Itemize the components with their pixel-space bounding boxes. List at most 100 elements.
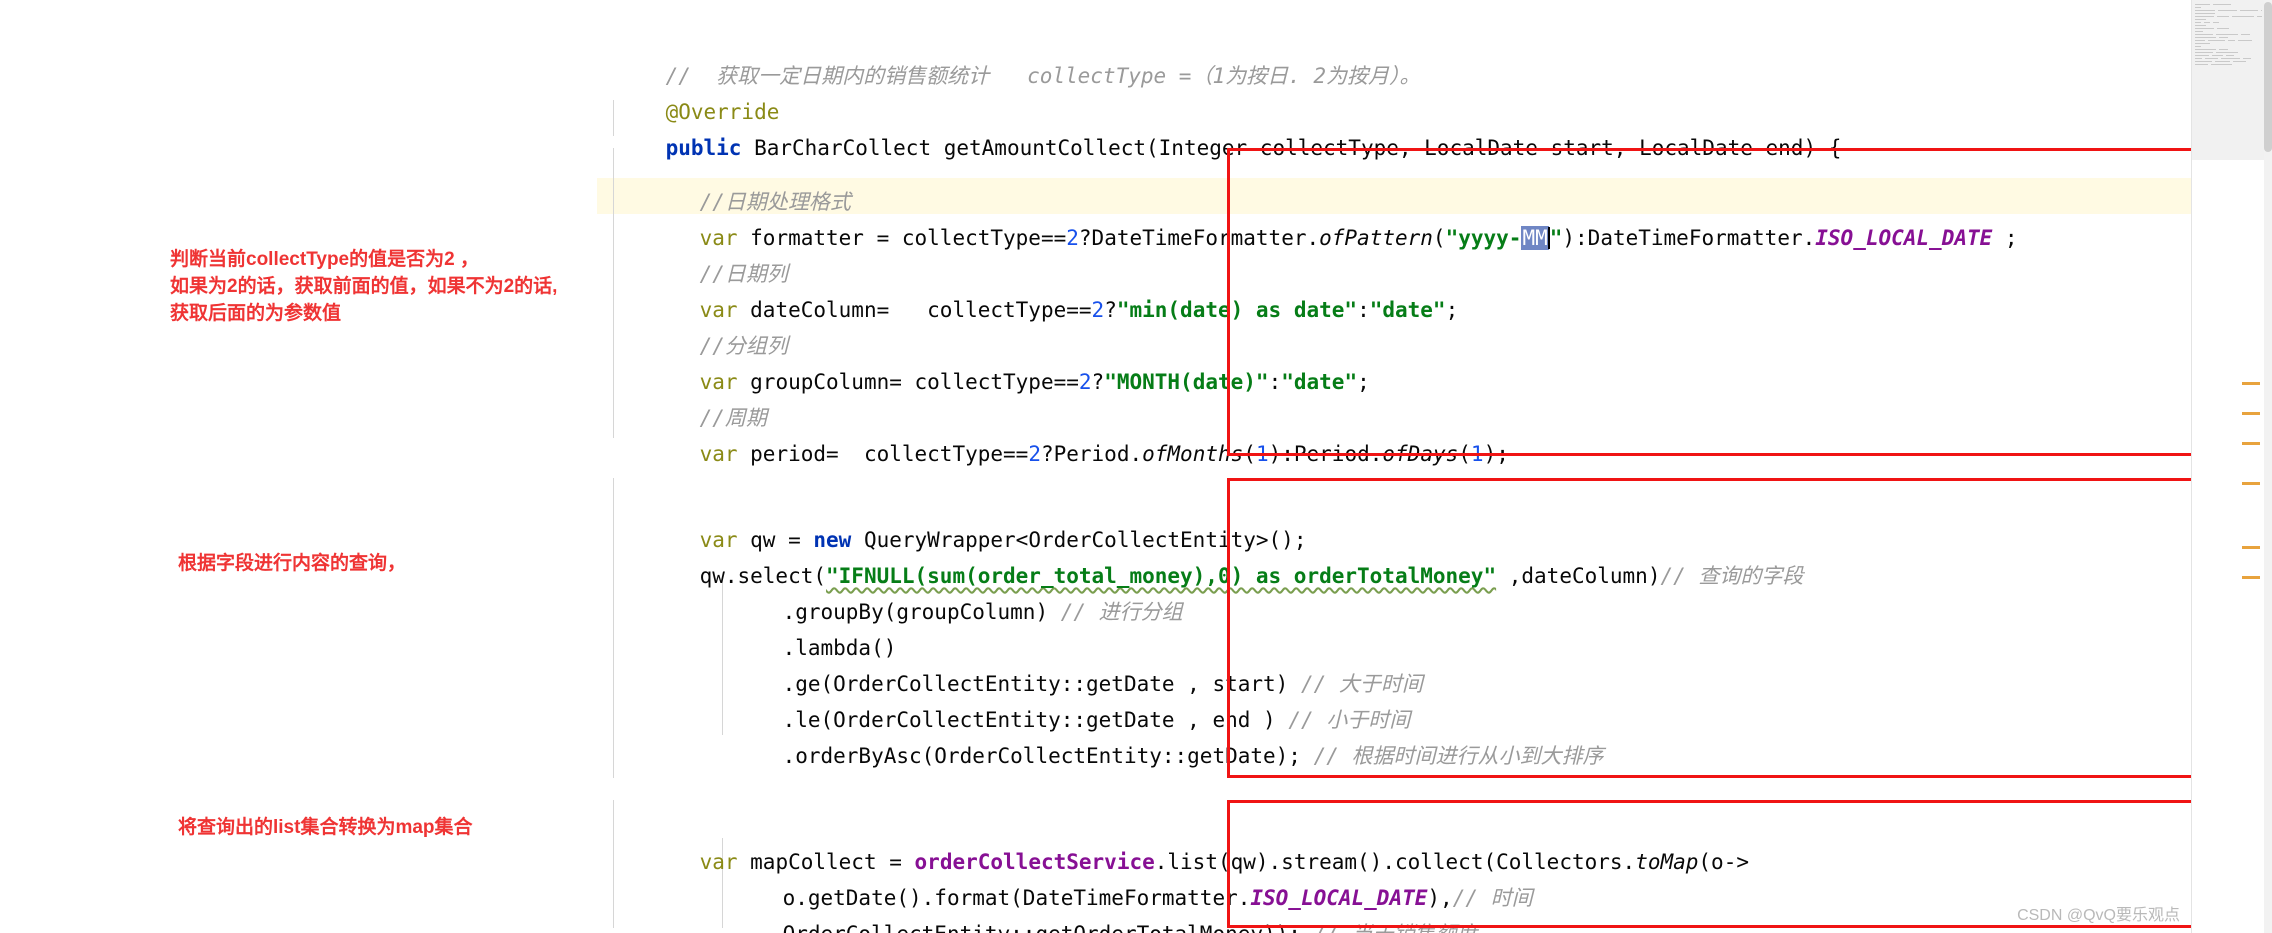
minimap-change-marker (2242, 382, 2260, 385)
minimap-line (2204, 22, 2210, 23)
annotation-gutter: 判断当前collectType的值是否为2 ， 如果为2的话，获取前面的值，如果… (0, 0, 597, 933)
minimap-line (2217, 16, 2229, 17)
comment-text: // 根据时间进行从小到大排序 (1313, 744, 1604, 768)
field-iso-local-date: ISO_LOCAL_DATE (1815, 226, 1993, 250)
ternary-colon: : (1268, 370, 1282, 394)
method-tomap: toMap (1635, 850, 1699, 874)
minimap-line (2240, 10, 2258, 11)
minimap-line (2208, 40, 2225, 41)
string-month-date: "MONTH(date)" (1104, 370, 1269, 394)
minimap-line (2195, 55, 2209, 56)
minimap-line (2195, 43, 2210, 44)
number-literal: 2 (1078, 370, 1092, 394)
minimap-viewport-thumb[interactable] (2192, 0, 2272, 160)
number-literal: 2 (1028, 442, 1041, 466)
minimap-line (2195, 52, 2213, 53)
minimap-line (2195, 13, 2215, 14)
orderbyasc-call: .orderByAsc(OrderCollectEntity::getDate)… (782, 744, 1314, 768)
ternary-else: ):DateTimeFormatter. (1562, 226, 1816, 250)
paren-open: ( (1458, 442, 1471, 466)
minimap-line (2195, 31, 2203, 32)
minimap-line (2228, 40, 2235, 41)
lambda-open: (o-> (1698, 850, 1749, 874)
string-date: "date" (1281, 370, 1358, 394)
minimap-change-marker (2242, 546, 2260, 549)
vertical-scrollbar-track[interactable] (2264, 0, 2272, 933)
minimap-line (2195, 16, 2214, 17)
minimap-line (2243, 58, 2251, 59)
number-literal: 1 (1255, 442, 1269, 466)
minimap-line (2195, 64, 2208, 65)
minimap-line (2195, 34, 2213, 35)
string-pattern-prefix: "yyyy- (1445, 226, 1522, 250)
minimap-line (2233, 61, 2246, 62)
watermark-text: CSDN @QvQ要乐观点 (2017, 907, 2180, 924)
minimap-line (2211, 64, 2232, 65)
comment-text: // 进行分组 (1060, 600, 1183, 624)
ternary-q: ? (1104, 298, 1117, 322)
string-date: "date" (1369, 298, 1446, 322)
minimap-line (2218, 10, 2237, 11)
indent-guide (613, 148, 614, 438)
minimap-line (2195, 58, 2202, 59)
minimap-line (2195, 7, 2201, 8)
minimap-change-marker (2242, 412, 2260, 415)
statement-end: ; (1357, 370, 1370, 394)
datecolumn-assign: dateColumn= collectType== (737, 298, 1092, 322)
minimap-line (2195, 10, 2215, 11)
minimap-line (2195, 25, 2206, 26)
minimap-line (2215, 61, 2230, 62)
minimap-line (2195, 40, 2205, 41)
minimap-line (2195, 28, 2214, 29)
editor-minimap[interactable] (2191, 0, 2272, 933)
string-pattern-suffix: " (1549, 226, 1563, 250)
minimap-line (2232, 16, 2254, 17)
minimap-line (2261, 10, 2262, 11)
minimap-line (2219, 49, 2228, 50)
vertical-scrollbar-thumb[interactable] (2264, 2, 2272, 152)
indent-guide (613, 478, 614, 778)
minimap-line (2213, 4, 2231, 5)
text-selection[interactable]: MM (1521, 226, 1549, 250)
number-literal: 1 (1470, 442, 1484, 466)
comment-text: // 当天销售额度 (1314, 922, 1478, 933)
method-signature-rest: BarCharCollect getAmountCollect(Integer … (741, 136, 1842, 160)
annotation-note-3: 将查询出的list集合转换为map集合 (178, 817, 473, 838)
ternary-colon: : (1357, 298, 1370, 322)
minimap-line (2205, 58, 2218, 59)
statement-end: ); (1483, 442, 1509, 466)
indent-guide (613, 100, 614, 136)
code-line-get-order-total-money: OrderCollectEntity::getOrderTotalMoney))… (732, 880, 1478, 933)
number-literal: 2 (1066, 226, 1079, 250)
ternary-else: ):Period. (1268, 442, 1383, 466)
keyword-var: var (699, 442, 738, 466)
statement-end: ; (1992, 226, 2018, 250)
statement-end: ; (1445, 298, 1459, 322)
paren-open: ( (1432, 226, 1446, 250)
minimap-line (2238, 40, 2252, 41)
ternary-part: ?Period. (1040, 442, 1143, 466)
methodref-ordertotalmoney: OrderCollectEntity::getOrderTotalMoney))… (783, 922, 1314, 933)
minimap-change-marker (2242, 576, 2260, 579)
minimap-line (2195, 49, 2216, 50)
minimap-line (2212, 55, 2223, 56)
minimap-line (2195, 37, 2216, 38)
minimap-line (2195, 19, 2206, 20)
indent-guide (613, 800, 614, 928)
method-ofmonths: ofMonths (1142, 442, 1244, 466)
select-args: ,dateColumn) (1496, 564, 1661, 588)
string-min-date: "min(date) as date" (1116, 298, 1358, 322)
paren-open: ( (1243, 442, 1256, 466)
minimap-line (2216, 34, 2238, 35)
period-assign: period= collectType== (737, 442, 1029, 466)
minimap-line (2195, 46, 2201, 47)
minimap-line (2221, 58, 2240, 59)
code-line-orderbyasc: .orderByAsc(OrderCollectEntity::getDate)… (732, 702, 1604, 810)
number-literal: 2 (1091, 298, 1105, 322)
ternary-q: ? (1091, 370, 1105, 394)
minimap-line (2241, 34, 2250, 35)
minimap-line (2216, 52, 2238, 53)
code-editor[interactable]: // 获取一定日期内的销售额统计 collectType =（1为按日. 2为按… (597, 0, 2192, 933)
groupcolumn-assign: groupColumn= collectType== (737, 370, 1079, 394)
ternary-part: ?DateTimeFormatter. (1078, 226, 1320, 250)
